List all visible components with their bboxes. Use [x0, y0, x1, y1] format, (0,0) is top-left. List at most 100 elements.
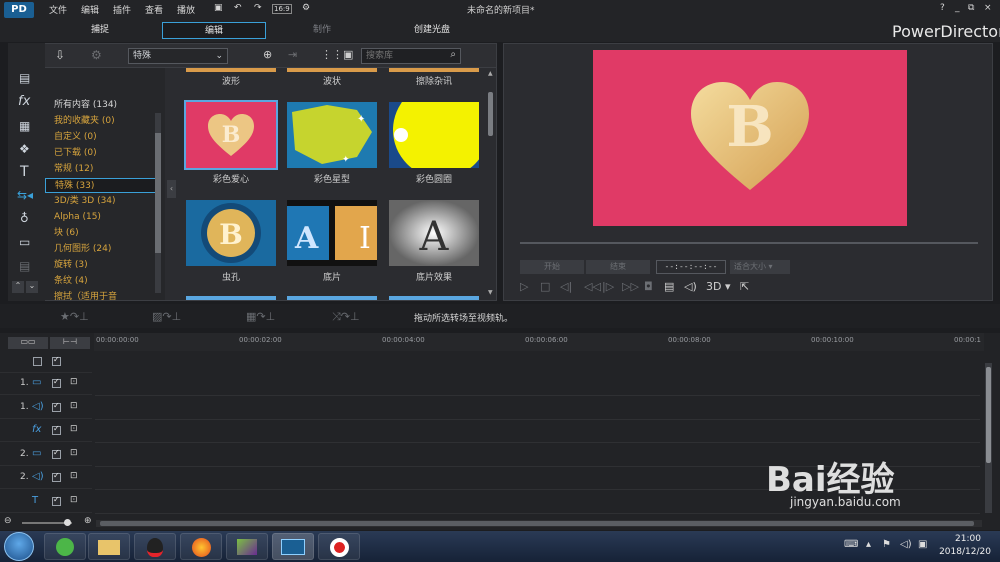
plugin-icon[interactable]: ⚙: [91, 48, 102, 62]
grid-view-icon[interactable]: ⋮⋮: [321, 48, 343, 61]
lock-icon[interactable]: ⊡: [70, 448, 78, 458]
timeline-track[interactable]: 2.▭ ⊡: [0, 444, 92, 466]
track-enable-checkbox[interactable]: [52, 448, 61, 459]
minimize-icon[interactable]: _: [955, 3, 960, 13]
mode-3d-toggle[interactable]: 3D ▾: [706, 280, 731, 293]
action-center-icon[interactable]: ⚑: [882, 539, 891, 550]
snapshot-icon[interactable]: ◘: [644, 280, 653, 293]
category-item[interactable]: 常规 (12): [45, 162, 159, 177]
lock-icon[interactable]: ⊡: [70, 495, 78, 505]
export-icon[interactable]: ⇥: [288, 48, 297, 61]
cross-transition-icon[interactable]: ⤨↷⊥: [332, 310, 360, 324]
chapter-room-icon[interactable]: ▤: [19, 259, 30, 273]
timeline-track[interactable]: T⊡: [0, 491, 92, 513]
category-item[interactable]: 块 (6): [45, 226, 159, 241]
previous-frame-icon[interactable]: ◁|: [560, 280, 572, 293]
track-enable-checkbox[interactable]: [52, 401, 61, 412]
menu-edit[interactable]: 编辑: [81, 3, 99, 16]
category-item[interactable]: 已下载 (0): [45, 146, 159, 161]
rewind-icon[interactable]: ◁◁: [584, 280, 601, 293]
menu-play[interactable]: 播放: [177, 3, 195, 16]
stop-icon[interactable]: □: [540, 280, 550, 293]
category-item[interactable]: 几何图形 (24): [45, 242, 159, 257]
keyboard-icon[interactable]: ⌨: [844, 539, 858, 550]
menu-view[interactable]: 查看: [145, 3, 163, 16]
title-room-icon[interactable]: T: [20, 164, 29, 180]
track-lane[interactable]: [95, 512, 980, 514]
next-frame-icon[interactable]: |▷: [602, 280, 614, 293]
enable-all-checkbox[interactable]: [52, 355, 61, 366]
restore-icon[interactable]: ⧉: [968, 3, 974, 13]
taskbar-explorer[interactable]: [88, 533, 130, 560]
redo-icon[interactable]: ↷: [254, 3, 262, 13]
mark-out-button[interactable]: 结束: [586, 260, 650, 274]
scroll-up-icon[interactable]: ⌃: [12, 281, 24, 293]
storyboard-view-button[interactable]: ⊢⊣: [50, 337, 90, 349]
tray-arrow-icon[interactable]: ▴: [866, 539, 871, 550]
tab-edit[interactable]: 编辑: [162, 22, 266, 39]
voiceover-icon[interactable]: ▭: [19, 235, 30, 249]
thumbnail-partial[interactable]: [287, 68, 377, 72]
particle-room-icon[interactable]: ❖: [19, 142, 30, 156]
timeline-view-button[interactable]: ▭▭: [8, 337, 48, 349]
network-icon[interactable]: ▣: [918, 539, 927, 550]
transition-thumbnail-circle[interactable]: [389, 102, 479, 168]
zoom-slider[interactable]: ⊖ ⊕: [4, 516, 96, 529]
tab-create-disc[interactable]: 创建光盘: [392, 22, 472, 39]
fit-dropdown[interactable]: 适合大小 ▾: [730, 260, 790, 274]
search-input[interactable]: [362, 49, 440, 63]
category-item[interactable]: Alpha (15): [45, 210, 159, 225]
timeline-track[interactable]: 1.▭ ⊡: [0, 373, 92, 395]
audio-mixing-icon[interactable]: ♁: [20, 211, 29, 225]
lock-icon[interactable]: ⊡: [70, 471, 78, 481]
zoom-out-icon[interactable]: ⊖: [4, 516, 12, 526]
taskbar-browser-360[interactable]: [44, 533, 86, 560]
collapse-panel-icon[interactable]: ‹: [167, 180, 176, 198]
menu-plugins[interactable]: 插件: [113, 3, 131, 16]
category-item[interactable]: 自定义 (0): [45, 130, 159, 145]
undock-icon[interactable]: ⇱: [740, 280, 749, 293]
subtitle-icon[interactable]: ▤: [664, 280, 674, 293]
timecode-display[interactable]: --:--:--:--: [656, 260, 726, 274]
volume-icon[interactable]: ◁): [684, 280, 697, 293]
category-item[interactable]: 我的收藏夹 (0): [45, 114, 159, 129]
thumbnail-partial[interactable]: [287, 296, 377, 300]
track-lane[interactable]: [95, 418, 980, 420]
start-button[interactable]: [4, 532, 34, 561]
media-room-icon[interactable]: ▤: [19, 71, 30, 85]
timeline-ruler[interactable]: 00:00:00:00 00:00:02:00 00:00:04:00 00:00:0…: [94, 333, 984, 351]
apply-all-icon[interactable]: ▨↷⊥: [152, 310, 181, 323]
transition-thumbnail-heart[interactable]: B: [184, 100, 278, 170]
undo-icon[interactable]: ↶: [234, 3, 242, 13]
search-icon[interactable]: ⌕: [450, 49, 456, 60]
fx-room-icon[interactable]: fx: [18, 94, 30, 109]
lock-icon[interactable]: ⊡: [70, 401, 78, 411]
thumbnail-partial[interactable]: [186, 68, 276, 72]
timeline-scrollbar[interactable]: [985, 363, 992, 513]
close-icon[interactable]: ×: [984, 3, 992, 13]
category-item[interactable]: 旋转 (3): [45, 258, 159, 273]
category-item[interactable]: 所有内容 (134): [45, 98, 159, 113]
preview-seekbar[interactable]: [520, 242, 978, 244]
timeline-track[interactable]: fx ⊡: [0, 420, 92, 442]
play-icon[interactable]: ▷: [520, 280, 528, 293]
track-enable-checkbox[interactable]: [52, 495, 61, 506]
category-item[interactable]: 3D/类 3D (34): [45, 194, 159, 209]
gear-icon[interactable]: ⚙: [302, 3, 310, 13]
thumbnail-partial[interactable]: [389, 68, 479, 72]
fast-forward-icon[interactable]: ▷▷: [622, 280, 639, 293]
track-enable-checkbox[interactable]: [52, 471, 61, 482]
select-all-checkbox[interactable]: [33, 357, 42, 366]
aspect-ratio-icon[interactable]: 16:9: [272, 4, 292, 14]
thumbnail-partial[interactable]: [186, 296, 276, 300]
lock-icon[interactable]: ⊡: [70, 377, 78, 387]
zoom-in-icon[interactable]: ⊕: [84, 516, 92, 526]
pip-room-icon[interactable]: ▦: [19, 119, 30, 133]
favorite-transition-icon[interactable]: ★↷⊥: [60, 310, 89, 323]
taskbar-powerdirector[interactable]: [272, 533, 314, 560]
speaker-icon[interactable]: ◁): [900, 539, 912, 550]
transition-thumbnail-star[interactable]: ✦ ✦: [287, 102, 377, 168]
tab-capture[interactable]: 捕捉: [60, 22, 140, 39]
menu-file[interactable]: 文件: [49, 3, 67, 16]
tab-produce[interactable]: 制作: [282, 22, 362, 39]
